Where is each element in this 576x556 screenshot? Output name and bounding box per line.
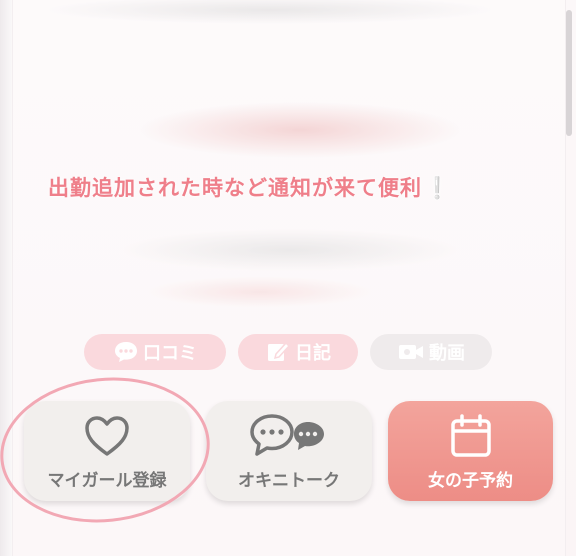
tab-video-label: 動画 <box>429 343 465 364</box>
edit-note-icon <box>265 340 291 364</box>
tab-diary-label: 日記 <box>295 343 331 364</box>
chat-bubble-icon <box>113 340 139 364</box>
okini-talk-button[interactable]: オキニトーク <box>206 401 372 501</box>
tab-reviews-label: 口コミ <box>143 343 197 364</box>
okini-talk-label: オキニトーク <box>238 470 340 491</box>
notification-message: 出勤追加された時など通知が来て便利❕ <box>48 172 451 202</box>
exclamation-icon: ❕ <box>424 176 452 200</box>
girl-reservation-button[interactable]: 女の子予約 <box>388 401 553 501</box>
tab-video[interactable]: 動画 <box>370 334 492 370</box>
tab-diary[interactable]: 日記 <box>238 334 358 370</box>
tab-reviews[interactable]: 口コミ <box>84 334 226 370</box>
girl-reservation-label: 女の子予約 <box>428 470 513 491</box>
scrollbar[interactable] <box>566 10 572 136</box>
notification-text: 出勤追加された時など通知が来て便利 <box>48 176 422 200</box>
calendar-icon <box>449 412 493 460</box>
video-camera-icon <box>397 341 425 363</box>
chat-bubbles-icon <box>248 412 330 460</box>
